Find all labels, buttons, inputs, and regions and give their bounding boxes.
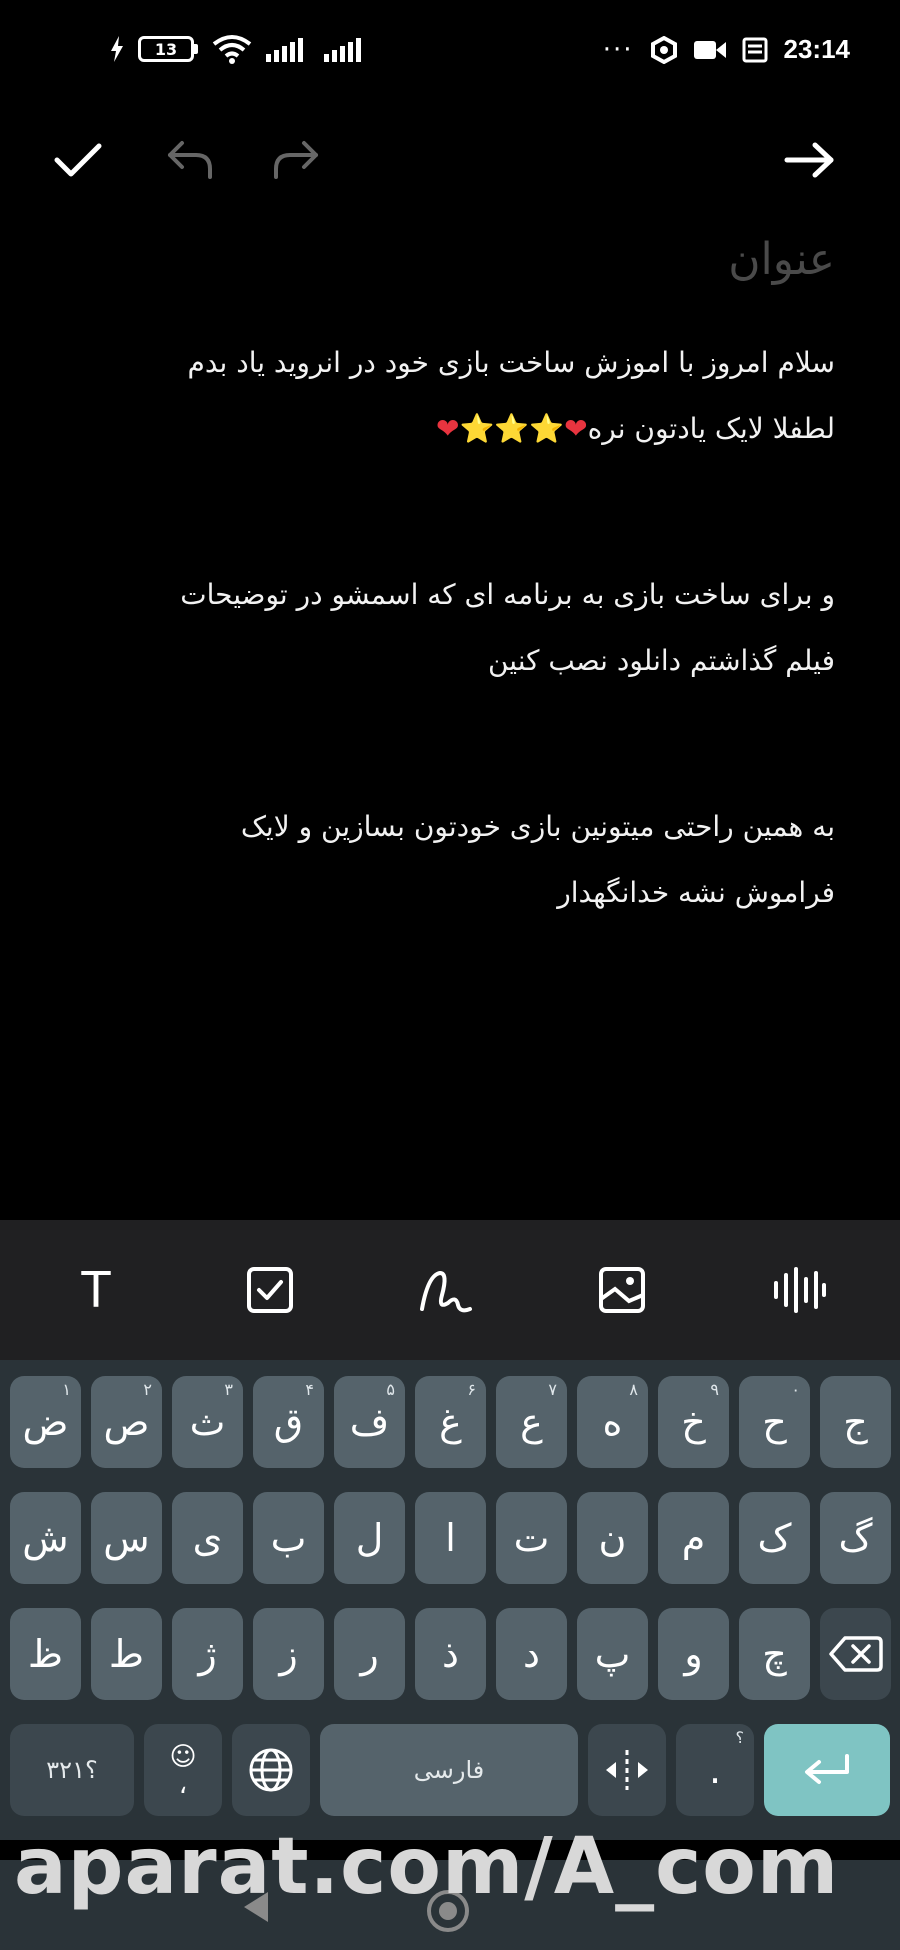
note-line-3: و برای ساخت بازی به برنامه ای که اسمشو د… [180,578,835,611]
watermark: aparat.com/A_com [14,1822,840,1912]
key-row2-10[interactable]: ک [739,1492,810,1584]
arrow-right-icon [784,142,834,178]
key-row1-5[interactable]: ف۵ [334,1376,405,1468]
symbols-key[interactable]: ؟۳۲۱ [10,1724,134,1816]
audio-button[interactable] [770,1260,830,1320]
period-key[interactable]: . ؟ [676,1724,754,1816]
note-editor[interactable]: عنوان سلام امروز با اموزش ساخت بازی خود … [90,230,835,926]
title-field[interactable]: عنوان [90,230,835,290]
language-key[interactable] [232,1724,310,1816]
enter-icon [805,1754,849,1784]
format-bar: T [0,1220,900,1360]
signal-icon-1 [266,38,303,62]
key-row3-1[interactable]: ظ [10,1608,81,1700]
key-row2-7[interactable]: ت [496,1492,567,1584]
backspace-icon [828,1636,883,1672]
image-icon [599,1267,645,1313]
key-row2-2[interactable]: س [91,1492,162,1584]
key-row2-9[interactable]: م [658,1492,729,1584]
undo-icon [168,141,212,179]
cursor-key[interactable] [588,1724,666,1816]
key-row2-6[interactable]: ا [415,1492,486,1584]
battery-level: 13 [138,36,194,62]
redo-button[interactable] [266,130,326,190]
key-row3-6[interactable]: ذ [415,1608,486,1700]
space-key[interactable]: فارسی [320,1724,578,1816]
enter-key[interactable] [764,1724,890,1816]
emoji-icon: ☺ [169,1742,197,1772]
persian-keyboard: ض۱ ص۲ ث۳ ق۴ ف۵ غ۶ ع۷ ه۸ خ۹ ح۰ ج ش س ی ب … [0,1360,900,1840]
key-row1-1[interactable]: ض۱ [10,1376,81,1468]
key-row1-8[interactable]: ه۸ [577,1376,648,1468]
emoji-row: ❤⭐⭐⭐❤ [436,412,588,445]
note-line-2: لطفلا لایک یادتون نره❤⭐⭐⭐❤ [90,396,835,462]
key-row3-8[interactable]: پ [577,1608,648,1700]
key-row1-2[interactable]: ص۲ [91,1376,162,1468]
note-line-6: فراموش نشه خدانگهدار [557,876,835,909]
key-row3-7[interactable]: د [496,1608,567,1700]
cursor-move-icon [606,1750,648,1790]
wifi-icon [212,35,252,64]
key-row1-3[interactable]: ث۳ [172,1376,243,1468]
key-row2-4[interactable]: ب [253,1492,324,1584]
key-row3-4[interactable]: ز [253,1608,324,1700]
key-row1-7[interactable]: ع۷ [496,1376,567,1468]
clock: 23:14 [783,34,851,64]
draw-button[interactable] [416,1260,476,1320]
charging-icon [111,36,123,62]
video-camera-icon [693,40,726,59]
key-row3-10[interactable]: چ [739,1608,810,1700]
key-row2-11[interactable]: گ [820,1492,891,1584]
draw-icon [420,1270,472,1313]
editor-toolbar [0,110,900,200]
signal-icon-2 [324,38,361,62]
key-row2-8[interactable]: ن [577,1492,648,1584]
battery-indicator: 13 [138,36,198,62]
redo-icon [274,141,318,179]
more-notifications-icon: ··· [602,34,634,65]
key-row3-9[interactable]: و [658,1608,729,1700]
undo-button[interactable] [160,130,220,190]
text-format-button[interactable]: T [66,1260,126,1320]
note-line-2-text: لطفلا لایک یادتون نره [587,412,835,445]
note-line-5: به همین راحتی میتونین بازی خودتون بسازین… [240,810,835,843]
key-row1-6[interactable]: غ۶ [415,1376,486,1468]
key-row1-9[interactable]: خ۹ [658,1376,729,1468]
done-button[interactable] [48,130,108,190]
checkbox-icon [247,1267,293,1313]
notes-icon [742,37,767,62]
status-left: 13 [110,34,368,64]
hexagon-icon [650,35,677,64]
audio-icon [774,1267,826,1313]
key-row3-2[interactable]: ط [91,1608,162,1700]
key-row1-11[interactable]: ج [820,1376,891,1468]
status-right: ··· 23:14 [603,34,850,65]
text-format-icon: T [80,1261,112,1319]
globe-icon [249,1748,293,1792]
key-row2-5[interactable]: ل [334,1492,405,1584]
key-row1-10[interactable]: ح۰ [739,1376,810,1468]
key-row3-3[interactable]: ژ [172,1608,243,1700]
check-icon [54,143,102,177]
backspace-key[interactable] [820,1608,891,1700]
note-line-4: فیلم گذاشتم دانلود نصب کنین [487,644,835,677]
emoji-key[interactable]: ☺ ، [144,1724,222,1816]
emoji-key-comma: ، [178,1770,188,1800]
key-row2-3[interactable]: ی [172,1492,243,1584]
key-row3-5[interactable]: ر [334,1608,405,1700]
image-button[interactable] [592,1260,652,1320]
key-row1-4[interactable]: ق۴ [253,1376,324,1468]
forward-button[interactable] [780,130,840,190]
key-row2-1[interactable]: ش [10,1492,81,1584]
note-line-1: سلام امروز با اموزش ساخت بازی خود در انر… [187,346,836,379]
checklist-button[interactable] [240,1260,300,1320]
status-bar: 13 ··· 23:14 [0,0,900,110]
